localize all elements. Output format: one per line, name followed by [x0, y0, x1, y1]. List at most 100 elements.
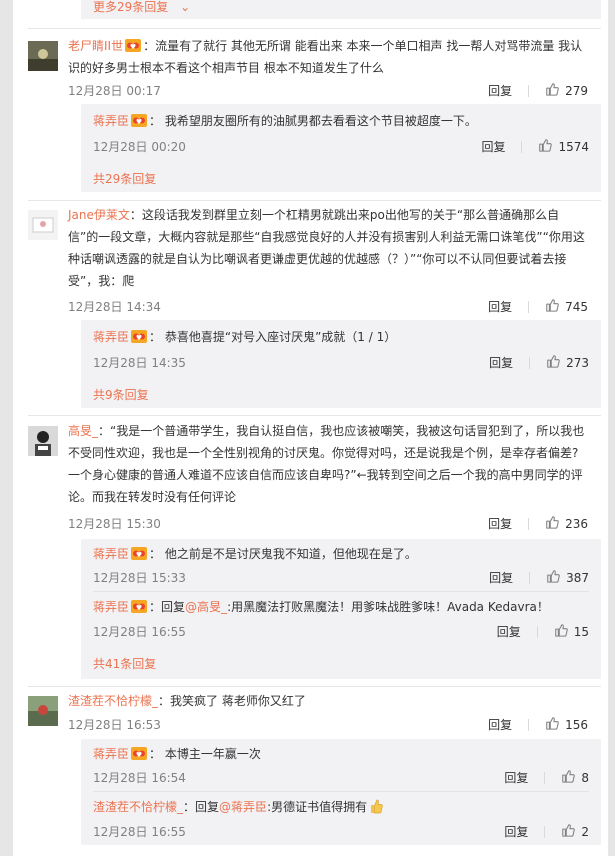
- reply-username[interactable]: 蒋弄臣: [93, 114, 129, 128]
- reply-button[interactable]: 回复: [489, 569, 513, 586]
- reply-username[interactable]: 蒋弄臣: [93, 600, 129, 614]
- comment-username[interactable]: 老尸睛II世: [68, 39, 123, 53]
- reply-username[interactable]: 蒋弄臣: [93, 747, 129, 761]
- reply-prefix: 回复: [195, 800, 220, 814]
- verified-badge-icon: [129, 747, 149, 761]
- reply-button[interactable]: 回复: [488, 515, 512, 532]
- like-count: 2: [581, 824, 589, 839]
- reply-username[interactable]: 蒋弄臣: [93, 330, 129, 344]
- like-icon[interactable]: [561, 823, 575, 840]
- reply-item: 蒋弄臣： 他之前是不是讨厌鬼我不知道，但他现在是了。: [93, 547, 417, 561]
- like-count: 387: [566, 570, 589, 585]
- reply-prefix: 回复: [161, 600, 186, 614]
- comment-content: 老尸睛II世 ：流量有了就行 其他无所谓 能看出来 本来一个单口相声 找一帮人对骂…: [68, 39, 583, 75]
- reply-button[interactable]: 回复: [488, 298, 512, 315]
- mention-link[interactable]: @高旻_: [185, 600, 227, 614]
- reply-button[interactable]: 回复: [504, 823, 528, 840]
- avatar[interactable]: [28, 426, 58, 456]
- like-icon[interactable]: [545, 298, 559, 315]
- like-icon[interactable]: [546, 569, 560, 586]
- verified-badge-icon: [129, 547, 149, 561]
- reply-item: 蒋弄臣 ：回复@高旻_:用黑魔法打败黑魔法！用爹味战胜爹味！Avada Kedav…: [93, 600, 549, 614]
- reply-time: 12月28日 16:54: [93, 771, 186, 785]
- like-icon[interactable]: [561, 769, 575, 786]
- reply-divider: [93, 791, 589, 792]
- reply-button[interactable]: 回复: [488, 82, 512, 99]
- comment-username[interactable]: 高旻_: [68, 424, 98, 438]
- comment-actions: 回复 745: [488, 298, 588, 315]
- like-icon[interactable]: [545, 716, 559, 733]
- avatar[interactable]: [28, 210, 58, 240]
- like-count: 15: [573, 624, 589, 639]
- comment-meta: 12月28日 00:17 回复 279: [68, 82, 588, 100]
- like-count: 279: [565, 83, 588, 98]
- reply-box: 蒋弄臣： 我希望朋友圈所有的油腻男都去看看这个节目被超度一下。 12月28日 0…: [81, 104, 601, 192]
- reply-meta: 12月28日 00:20 回复 1574: [93, 138, 589, 156]
- comment-time: 12月28日 16:53: [68, 718, 161, 732]
- comment-content: 高旻_：“我是一个普通带学生，我自认挺自信，我也应该被嘲笑，我被这句话冒犯到了，…: [68, 424, 585, 504]
- reply-meta: 12月28日 16:54 回复 8: [93, 769, 589, 787]
- reply-button[interactable]: 回复: [497, 623, 521, 640]
- like-count: 236: [565, 516, 588, 531]
- reply-text: 恭喜他喜提“对号入座讨厌鬼”成就（1 / 1）: [164, 330, 397, 344]
- reply-time: 12月28日 00:20: [93, 140, 186, 154]
- reply-button[interactable]: 回复: [504, 769, 528, 786]
- like-icon[interactable]: [545, 82, 559, 99]
- reply-username[interactable]: 蒋弄臣: [93, 547, 129, 561]
- reply-item: 蒋弄臣： 本博主一年嬴一次: [93, 747, 261, 761]
- like-icon[interactable]: [545, 515, 559, 532]
- reply-time: 12月28日 16:55: [93, 625, 186, 639]
- avatar[interactable]: [28, 696, 58, 726]
- reply-item: 蒋弄臣： 我希望朋友圈所有的油腻男都去看看这个节目被超度一下。: [93, 114, 477, 128]
- comment-username[interactable]: 渣渣茬不恰柠檬_: [68, 694, 158, 708]
- chevron-down-icon[interactable]: ⌄: [180, 0, 190, 14]
- view-all-replies-link[interactable]: 共29条回复: [93, 170, 156, 187]
- reply-actions: 回复 273: [489, 354, 589, 371]
- mention-link[interactable]: @蒋弄臣: [219, 800, 267, 814]
- view-all-replies-link[interactable]: 共41条回复: [93, 655, 156, 672]
- like-icon[interactable]: [546, 354, 560, 371]
- like-count: 156: [565, 717, 588, 732]
- comment-meta: 12月28日 16:53 回复 156: [68, 716, 588, 734]
- reply-time: 12月28日 16:55: [93, 825, 186, 839]
- like-count: 8: [581, 770, 589, 785]
- reply-actions: 回复 15: [497, 623, 589, 640]
- divider: [28, 28, 601, 29]
- reply-username[interactable]: 渣渣茬不恰柠檬_: [93, 800, 183, 814]
- reply-text: :男德证书值得拥有: [267, 800, 368, 814]
- comment-meta: 12月28日 14:34 回复 745: [68, 298, 588, 316]
- reply-actions: 回复 1574: [481, 138, 589, 155]
- comment-username[interactable]: Jane伊莱文: [68, 208, 130, 222]
- comment-actions: 回复 279: [488, 82, 588, 99]
- comment-meta: 12月28日 15:30 回复 236: [68, 515, 588, 533]
- like-icon[interactable]: [538, 138, 552, 155]
- reply-button[interactable]: 回复: [481, 138, 505, 155]
- divider: [28, 200, 601, 201]
- reply-meta: 12月28日 16:55 回复 2: [93, 823, 589, 841]
- verified-badge-icon: [129, 600, 149, 614]
- comment-actions: 回复 156: [488, 716, 588, 733]
- reply-button[interactable]: 回复: [488, 716, 512, 733]
- reply-meta: 12月28日 15:33 回复 387: [93, 569, 589, 587]
- more-replies-link[interactable]: 更多29条回复: [93, 0, 168, 14]
- like-count: 1574: [558, 139, 589, 154]
- reply-time: 12月28日 15:33: [93, 571, 186, 585]
- reply-box: 蒋弄臣： 恭喜他喜提“对号入座讨厌鬼”成就（1 / 1） 12月28日 14:3…: [81, 320, 601, 408]
- comment-text: 这段话我发到群里立刻一个杠精男就跳出来po出他写的关于“那么普通确那么自信”的一…: [68, 208, 585, 288]
- like-count: 745: [565, 299, 588, 314]
- more-replies-bar[interactable]: 更多29条回复 ⌄: [81, 0, 601, 19]
- comment-panel: 更多29条回复 ⌄ 老尸睛II世 ：流量有了就行 其他无所谓 能看出来 本来一个单…: [13, 0, 608, 856]
- like-count: 273: [566, 355, 589, 370]
- comment-content: 渣渣茬不恰柠檬_：我笑疯了 蒋老师你又红了: [68, 694, 306, 708]
- comment-time: 12月28日 00:17: [68, 84, 161, 98]
- comment-actions: 回复 236: [488, 515, 588, 532]
- view-all-replies-link[interactable]: 共9条回复: [93, 386, 149, 403]
- reply-item: 渣渣茬不恰柠檬_：回复@蒋弄臣:男德证书值得拥有: [93, 796, 589, 821]
- reply-text: :用黑魔法打败黑魔法！用爹味战胜爹味！Avada Kedavra！: [227, 600, 549, 614]
- reply-box: 蒋弄臣： 他之前是不是讨厌鬼我不知道，但他现在是了。 12月28日 15:33 …: [81, 539, 601, 679]
- avatar[interactable]: [28, 41, 58, 71]
- like-icon[interactable]: [554, 623, 568, 640]
- reply-button[interactable]: 回复: [489, 354, 513, 371]
- reply-actions: 回复 8: [504, 769, 589, 786]
- divider: [28, 415, 601, 416]
